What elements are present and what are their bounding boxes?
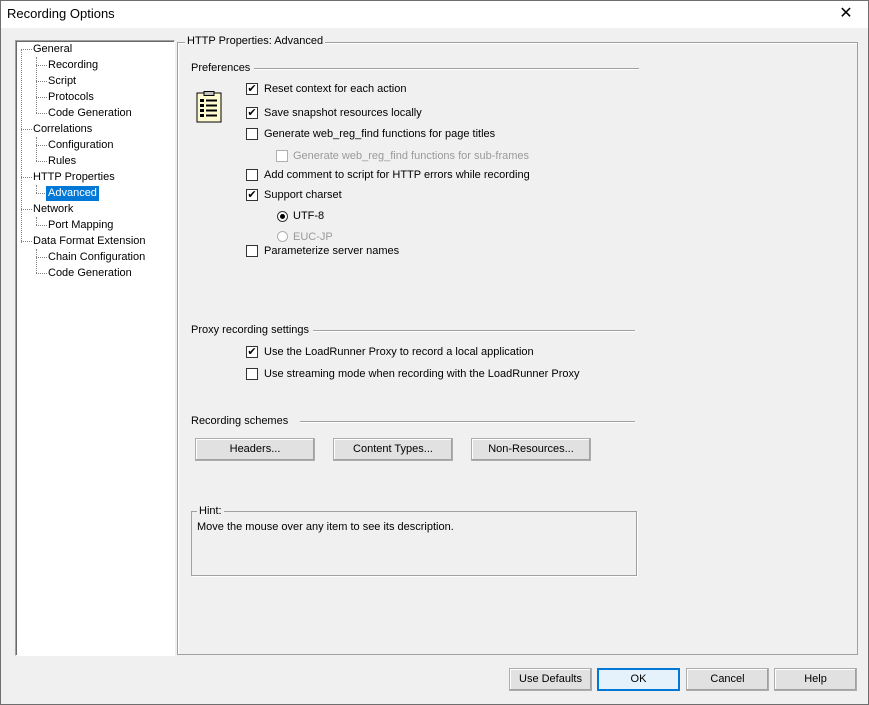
streaming-mode-checkbox[interactable] — [246, 368, 258, 380]
generate-web-reg-find-subframes-checkbox — [276, 150, 288, 162]
generate-web-reg-find-subframes-label: Generate web_reg_find functions for sub-… — [293, 150, 530, 162]
tree-item-protocols[interactable]: Protocols — [46, 90, 96, 105]
euc-jp-radio — [277, 231, 288, 242]
tree-item-general[interactable]: General — [31, 42, 74, 57]
tree-connector — [36, 217, 37, 225]
tree-item-port-mapping[interactable]: Port Mapping — [46, 218, 115, 233]
close-button[interactable]: ✕ — [824, 1, 868, 28]
tree-connector — [36, 185, 37, 193]
recording-options-dialog: Recording Options ✕ General Recording Sc… — [0, 0, 869, 705]
hint-text: Move the mouse over any item to see its … — [197, 521, 454, 533]
save-snapshot-checkbox[interactable]: ✔ — [246, 107, 258, 119]
options-tree[interactable]: General Recording Script Protocols Code … — [15, 40, 175, 656]
help-button[interactable]: Help — [774, 668, 857, 691]
add-comment-http-errors-checkbox[interactable] — [246, 169, 258, 181]
streaming-mode-label: Use streaming mode when recording with t… — [264, 368, 580, 380]
preferences-label: Preferences — [191, 62, 255, 74]
tree-item-advanced[interactable]: Advanced — [46, 186, 99, 201]
content-types-button[interactable]: Content Types... — [333, 438, 453, 461]
title-bar: Recording Options ✕ — [1, 1, 868, 28]
tree-item-correlations[interactable]: Correlations — [31, 122, 94, 137]
tree-connector — [36, 137, 37, 161]
add-comment-http-errors-label: Add comment to script for HTTP errors wh… — [264, 169, 530, 181]
proxy-label: Proxy recording settings — [191, 324, 313, 336]
tree-item-chain-configuration[interactable]: Chain Configuration — [46, 250, 147, 265]
save-snapshot-label: Save snapshot resources locally — [264, 107, 422, 119]
headers-button[interactable]: Headers... — [195, 438, 315, 461]
panel-title: HTTP Properties: Advanced — [185, 35, 326, 47]
ok-button[interactable]: OK — [597, 668, 680, 691]
tree-connector — [36, 249, 37, 273]
use-loadrunner-proxy-label: Use the LoadRunner Proxy to record a loc… — [264, 346, 534, 358]
generate-web-reg-find-titles-checkbox[interactable] — [246, 128, 258, 140]
tree-item-configuration[interactable]: Configuration — [46, 138, 115, 153]
cancel-button[interactable]: Cancel — [686, 668, 769, 691]
tree-item-data-format-extension[interactable]: Data Format Extension — [31, 234, 148, 249]
generate-web-reg-find-titles-label: Generate web_reg_find functions for page… — [264, 128, 496, 140]
tree-item-recording[interactable]: Recording — [46, 58, 100, 73]
use-defaults-button[interactable]: Use Defaults — [509, 668, 592, 691]
tree-item-rules[interactable]: Rules — [46, 154, 78, 169]
document-list-icon — [196, 91, 222, 123]
utf8-label: UTF-8 — [293, 210, 325, 222]
support-charset-checkbox[interactable]: ✔ — [246, 189, 258, 201]
reset-context-label: Reset context for each action — [264, 83, 407, 95]
non-resources-button[interactable]: Non-Resources... — [471, 438, 591, 461]
tree-item-script[interactable]: Script — [46, 74, 78, 89]
window-title: Recording Options — [7, 6, 115, 21]
euc-jp-label: EUC-JP — [293, 231, 333, 243]
tree-connector — [21, 49, 22, 243]
hint-label: Hint: — [197, 505, 224, 517]
schemes-label: Recording schemes — [191, 415, 301, 427]
tree-item-network[interactable]: Network — [31, 202, 75, 217]
parameterize-server-names-label: Parameterize server names — [264, 245, 400, 257]
utf8-radio[interactable] — [277, 211, 288, 222]
support-charset-label: Support charset — [264, 189, 342, 201]
tree-item-http-properties[interactable]: HTTP Properties — [31, 170, 117, 185]
tree-item-code-generation-2[interactable]: Code Generation — [46, 266, 134, 281]
preferences-divider — [191, 68, 639, 70]
reset-context-checkbox[interactable]: ✔ — [246, 83, 258, 95]
tree-item-code-generation[interactable]: Code Generation — [46, 106, 134, 121]
parameterize-server-names-checkbox[interactable] — [246, 245, 258, 257]
use-loadrunner-proxy-checkbox[interactable]: ✔ — [246, 346, 258, 358]
